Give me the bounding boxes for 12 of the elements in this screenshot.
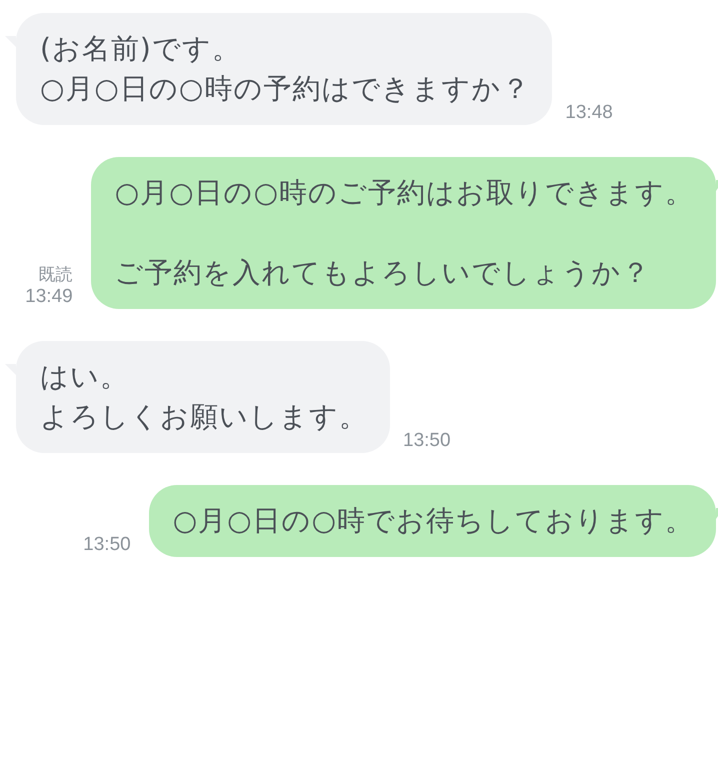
message-text: よろしくお願いします。 xyxy=(40,399,368,435)
read-receipt: 既読 xyxy=(38,264,73,286)
message-text: ○月○日の○時でお待ちしております。 xyxy=(172,503,694,539)
message-time: 13:50 xyxy=(403,430,451,452)
message-text: はい。 xyxy=(40,359,130,395)
message-text: ○月○日の○時の予約はできますか？ xyxy=(40,71,530,107)
message-text: ○月○日の○時のご予約はお取りできます。 xyxy=(114,175,694,211)
message-text: ご予約を入れてもよろしいでしょうか？ xyxy=(114,255,652,291)
message-text: (お名前)です。 xyxy=(40,31,242,67)
message-time: 13:49 xyxy=(25,286,73,308)
message-time: 13:48 xyxy=(565,102,613,124)
message-time: 13:50 xyxy=(83,534,131,556)
